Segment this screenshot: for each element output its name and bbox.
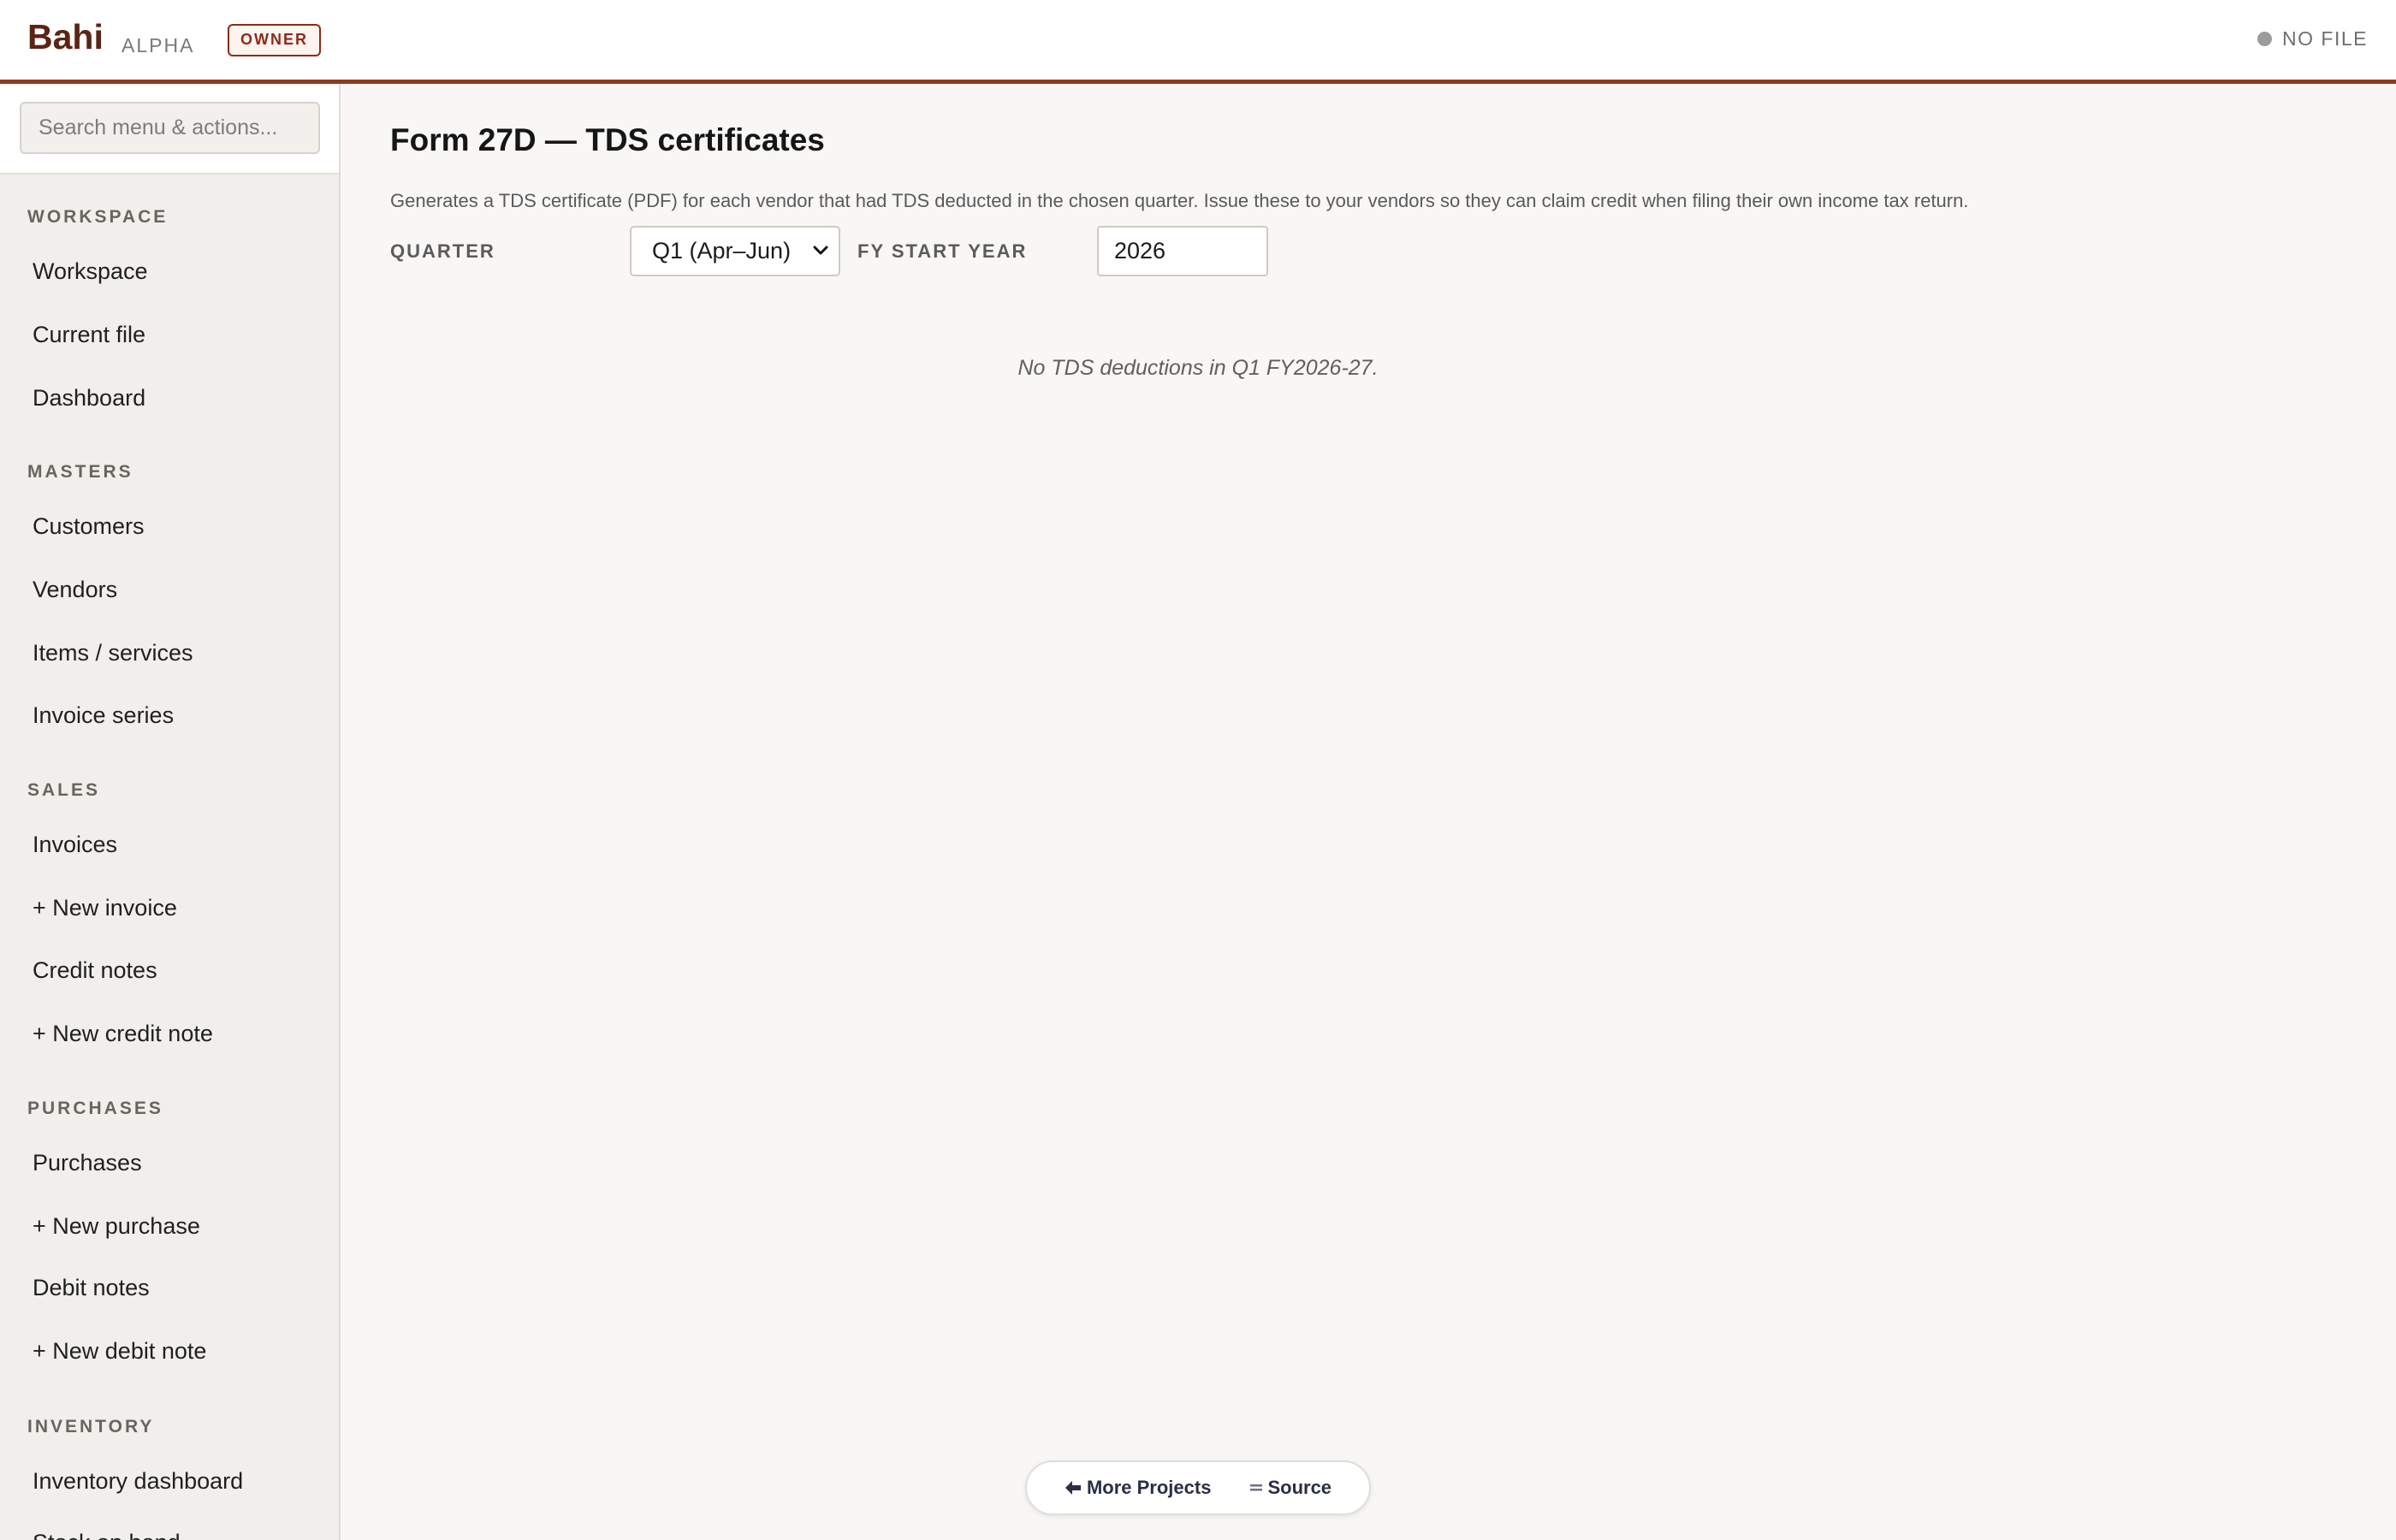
file-status-text: NO FILE bbox=[2282, 27, 2368, 50]
sidebar: WORKSPACE Workspace Current file Dashboa… bbox=[0, 84, 341, 1540]
sidebar-item-inventory-dashboard[interactable]: Inventory dashboard bbox=[33, 1468, 243, 1495]
app-logo[interactable]: Bahi bbox=[27, 17, 104, 57]
fy-start-year-label: FY START YEAR bbox=[857, 240, 1028, 262]
sidebar-item-current-file[interactable]: Current file bbox=[33, 322, 145, 348]
sidebar-item-vendors[interactable]: Vendors bbox=[33, 577, 117, 603]
sidebar-search-area bbox=[0, 84, 339, 175]
sidebar-item-customers[interactable]: Customers bbox=[33, 513, 145, 540]
source-icon bbox=[1250, 1484, 1263, 1491]
arrow-left-icon bbox=[1065, 1481, 1081, 1495]
status-dot-icon bbox=[2257, 32, 2273, 46]
page-description: Generates a TDS certificate (PDF) for ea… bbox=[390, 190, 1969, 211]
quarter-select[interactable]: Q1 (Apr–Jun) bbox=[630, 226, 840, 276]
file-status: NO FILE bbox=[2257, 27, 2368, 50]
section-label-purchases: PURCHASES bbox=[27, 1099, 163, 1118]
role-badge: OWNER bbox=[228, 24, 321, 56]
sidebar-item-invoice-series[interactable]: Invoice series bbox=[33, 702, 174, 729]
empty-state: No TDS deductions in Q1 FY2026-27. bbox=[342, 356, 2396, 381]
source-label: Source bbox=[1267, 1477, 1332, 1498]
empty-state-message: No TDS deductions in Q1 FY2026-27. bbox=[1017, 356, 1379, 380]
main-content: Form 27D — TDS certificates Generates a … bbox=[342, 84, 2396, 1540]
sidebar-item-credit-notes[interactable]: Credit notes bbox=[33, 957, 157, 984]
sidebar-item-stock-on-hand[interactable]: Stock on hand bbox=[33, 1530, 181, 1540]
sidebar-search-input[interactable] bbox=[20, 102, 320, 154]
sidebar-item-new-purchase[interactable]: + New purchase bbox=[33, 1213, 200, 1240]
sidebar-item-debit-notes[interactable]: Debit notes bbox=[33, 1275, 150, 1301]
app-stage-label: ALPHA bbox=[122, 34, 195, 56]
sidebar-item-workspace[interactable]: Workspace bbox=[33, 258, 148, 285]
section-label-workspace: WORKSPACE bbox=[27, 207, 169, 227]
quarter-select-value: Q1 (Apr–Jun) bbox=[652, 238, 792, 264]
section-label-masters: MASTERS bbox=[27, 462, 133, 482]
sidebar-item-new-invoice[interactable]: + New invoice bbox=[33, 895, 177, 921]
top-bar: Bahi ALPHA OWNER NO FILE bbox=[0, 0, 2396, 84]
chevron-down-icon bbox=[813, 246, 828, 255]
quarter-label: QUARTER bbox=[390, 240, 495, 262]
more-projects-link[interactable]: More Projects bbox=[1065, 1477, 1212, 1499]
sidebar-item-purchases[interactable]: Purchases bbox=[33, 1150, 142, 1176]
section-label-inventory: INVENTORY bbox=[27, 1417, 155, 1436]
more-projects-label: More Projects bbox=[1086, 1477, 1212, 1498]
footer-links: More Projects Source bbox=[1025, 1460, 1371, 1515]
sidebar-item-new-credit-note[interactable]: + New credit note bbox=[33, 1021, 213, 1047]
sidebar-item-dashboard[interactable]: Dashboard bbox=[33, 385, 145, 412]
source-link[interactable]: Source bbox=[1250, 1477, 1331, 1499]
sidebar-item-new-debit-note[interactable]: + New debit note bbox=[33, 1338, 206, 1365]
fy-start-year-input[interactable] bbox=[1097, 226, 1268, 276]
section-label-sales: SALES bbox=[27, 780, 101, 800]
sidebar-item-invoices[interactable]: Invoices bbox=[33, 832, 117, 858]
sidebar-item-items-services[interactable]: Items / services bbox=[33, 640, 193, 666]
page-title: Form 27D — TDS certificates bbox=[390, 122, 825, 157]
